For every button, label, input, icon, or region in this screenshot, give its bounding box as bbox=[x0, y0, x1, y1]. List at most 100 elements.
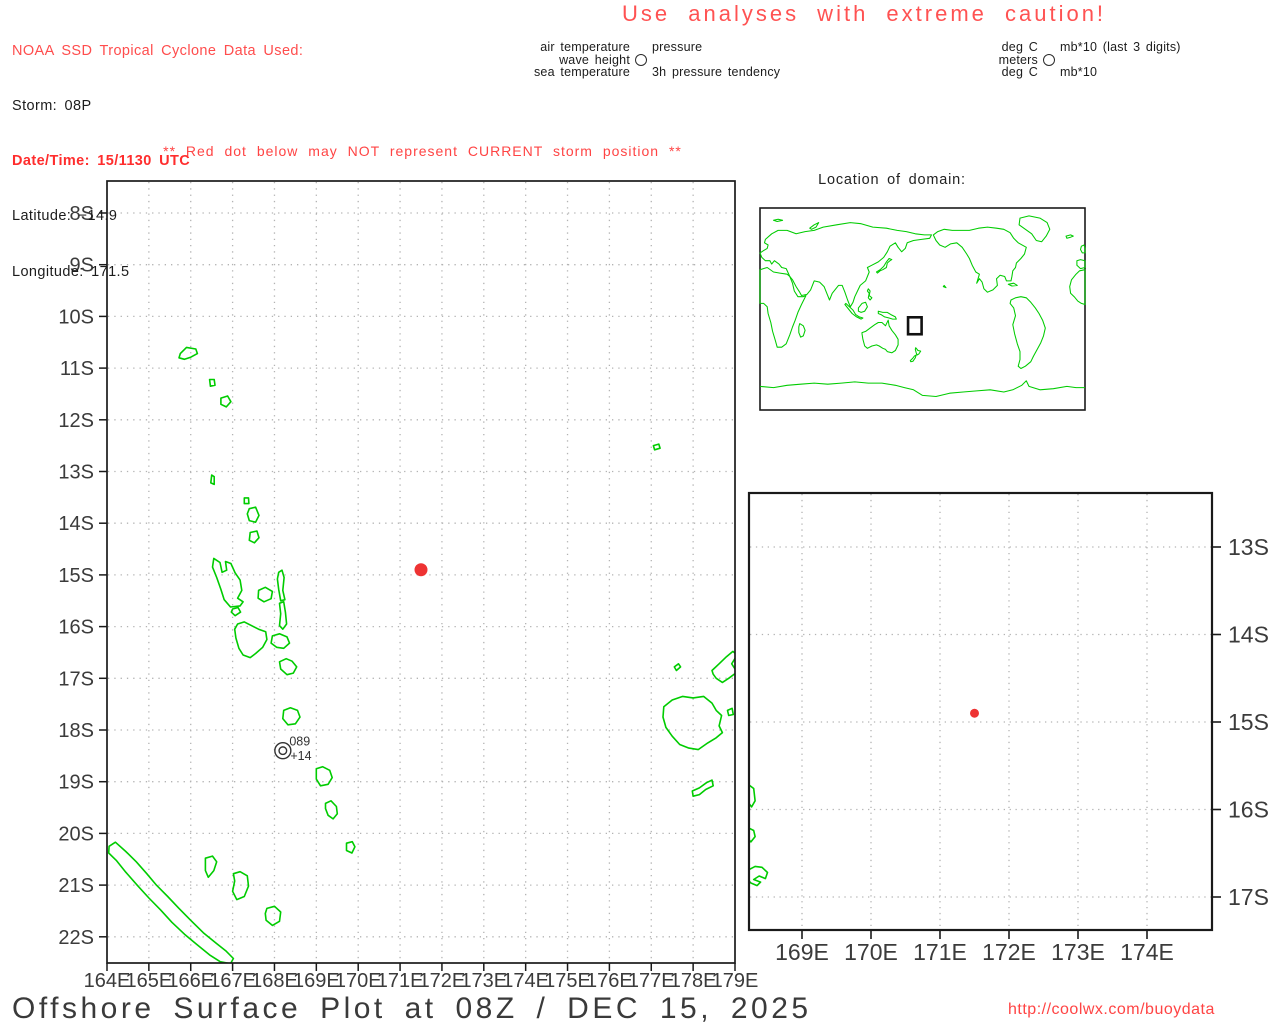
island-coastline bbox=[235, 622, 267, 658]
storm-position-dot bbox=[415, 563, 428, 576]
lon-tick-label: 165E bbox=[126, 970, 173, 992]
lon-tick-label: 170E bbox=[844, 939, 898, 965]
island-coastline bbox=[316, 767, 332, 786]
island-coastline bbox=[210, 380, 215, 387]
lat-tick-label: 14S bbox=[58, 513, 94, 535]
lon-tick-label: 177E bbox=[628, 970, 675, 992]
storm-position-dot bbox=[970, 709, 979, 718]
island-coastline bbox=[221, 396, 231, 407]
legend-right-column: pressure 3h pressure tendency bbox=[652, 41, 780, 79]
island-coastline bbox=[265, 906, 280, 925]
lat-tick-label: 20S bbox=[58, 823, 94, 845]
data-source-line: NOAA SSD Tropical Cyclone Data Used: bbox=[12, 42, 303, 60]
lon-tick-label: 171E bbox=[913, 939, 967, 965]
lon-tick-label: 166E bbox=[167, 970, 214, 992]
station-model-legend-params: air temperature wave height sea temperat… bbox=[430, 41, 780, 79]
lon-tick-label: 175E bbox=[544, 970, 591, 992]
island-coastline bbox=[277, 570, 285, 601]
legend-pressure-tendency: 3h pressure tendency bbox=[652, 66, 780, 79]
legend-units-right-column: mb*10 (last 3 digits) mb*10 bbox=[1060, 41, 1181, 79]
lat-tick-label: 15S bbox=[58, 565, 94, 587]
storm-info-block: NOAA SSD Tropical Cyclone Data Used: Sto… bbox=[12, 5, 303, 318]
lat-tick-label: 16S bbox=[58, 617, 94, 639]
island-coastline bbox=[326, 801, 338, 819]
lon-tick-label: 171E bbox=[377, 970, 424, 992]
island-coastline bbox=[663, 696, 722, 749]
island-coastline bbox=[280, 602, 287, 629]
lon-tick-label: 170E bbox=[335, 970, 382, 992]
lon-tick-label: 178E bbox=[670, 970, 717, 992]
inset-title: Location of domain: bbox=[772, 172, 1012, 188]
plot-title: Offshore Surface Plot at 08Z / DEC 15, 2… bbox=[12, 992, 812, 1024]
island-coastline bbox=[653, 444, 660, 450]
legend-pressure: pressure bbox=[652, 41, 780, 54]
station-model-circle-icon bbox=[635, 54, 647, 66]
lat-tick-label: 14S bbox=[1228, 622, 1269, 648]
legend-unit-mb10: mb*10 bbox=[1060, 66, 1181, 79]
lat-tick-label: 22S bbox=[58, 927, 94, 949]
island-coastline bbox=[247, 507, 259, 522]
legend-units-left-column: deg C meters deg C bbox=[880, 41, 1038, 79]
island-coastline bbox=[213, 558, 244, 607]
latitude-line: Latitude: −14.9 bbox=[12, 207, 303, 225]
lon-tick-label: 172E bbox=[419, 970, 466, 992]
island-coastline bbox=[283, 708, 300, 725]
legend-air-temperature: air temperature bbox=[430, 41, 630, 54]
lat-tick-label: 16S bbox=[1228, 797, 1269, 823]
lat-tick-label: 15S bbox=[1228, 709, 1269, 735]
lat-tick-label: 19S bbox=[58, 772, 94, 794]
island-coastline bbox=[211, 475, 214, 484]
lat-tick-label: 13S bbox=[1228, 534, 1269, 560]
station-model-legend-units: deg C meters deg C mb*10 (last 3 digits)… bbox=[880, 41, 1181, 79]
lat-tick-label: 13S bbox=[58, 462, 94, 484]
island-coastline bbox=[179, 347, 197, 359]
world-inset bbox=[760, 208, 1085, 410]
island-coastline bbox=[258, 587, 272, 602]
lon-tick-label: 168E bbox=[251, 970, 298, 992]
station-model-circle-icon bbox=[1043, 54, 1055, 66]
lon-tick-label: 167E bbox=[209, 970, 256, 992]
lon-tick-label: 173E bbox=[460, 970, 507, 992]
source-url-link[interactable]: http://coolwx.com/buoydata bbox=[1008, 1001, 1215, 1019]
lat-tick-label: 17S bbox=[58, 668, 94, 690]
lon-tick-label: 169E bbox=[775, 939, 829, 965]
red-dot-warning: ** Red dot below may NOT represent CURRE… bbox=[110, 143, 735, 159]
zoom-map-frame bbox=[749, 493, 1212, 930]
legend-unit-degc-2: deg C bbox=[880, 66, 1038, 79]
main-map-coastlines bbox=[109, 347, 737, 963]
island-coastline bbox=[249, 531, 259, 543]
legend-left-column: air temperature wave height sea temperat… bbox=[430, 41, 630, 79]
island-coastline bbox=[244, 498, 249, 504]
island-coastline bbox=[205, 856, 216, 877]
lat-tick-label: 11S bbox=[60, 358, 94, 380]
longitude-line: Longitude: 171.5 bbox=[12, 263, 303, 281]
lon-tick-label: 179E bbox=[712, 970, 759, 992]
island-coastline bbox=[271, 634, 289, 649]
station-tendency-value: +14 bbox=[290, 749, 311, 763]
lon-tick-label: 174E bbox=[1120, 939, 1174, 965]
zoom-map: 169E 170E 171E 172E 173E 174E 13S 14S 15S 16S 17S bbox=[747, 493, 1269, 965]
lat-tick-label: 21S bbox=[58, 875, 94, 897]
station-pressure-value: 089 bbox=[289, 735, 310, 749]
legend-unit-mb10-last3: mb*10 (last 3 digits) bbox=[1060, 41, 1181, 54]
lon-tick-label: 176E bbox=[586, 970, 633, 992]
caution-banner: Use analyses with extreme caution! bbox=[622, 1, 1106, 27]
storm-id-line: Storm: 08P bbox=[12, 97, 303, 115]
lat-tick-label: 18S bbox=[58, 720, 94, 742]
lon-tick-label: 174E bbox=[502, 970, 549, 992]
lat-tick-label: 12S bbox=[58, 410, 94, 432]
lon-tick-label: 172E bbox=[982, 939, 1036, 965]
island-coastline bbox=[728, 708, 734, 715]
page: 089+14164E165E166E167E168E169E170E171E17… bbox=[0, 0, 1280, 1024]
lat-tick-label: 17S bbox=[1228, 884, 1269, 910]
lon-tick-label: 173E bbox=[1051, 939, 1105, 965]
island-coastline bbox=[674, 664, 680, 671]
station-inner-circle-icon bbox=[279, 747, 287, 755]
island-coastline bbox=[347, 842, 355, 853]
island-coastline bbox=[280, 659, 297, 675]
island-coastline bbox=[692, 780, 713, 796]
lon-tick-label: 164E bbox=[84, 970, 131, 992]
lon-tick-label: 169E bbox=[293, 970, 340, 992]
legend-unit-degc-1: deg C bbox=[880, 41, 1038, 54]
legend-sea-temperature: sea temperature bbox=[430, 66, 630, 79]
